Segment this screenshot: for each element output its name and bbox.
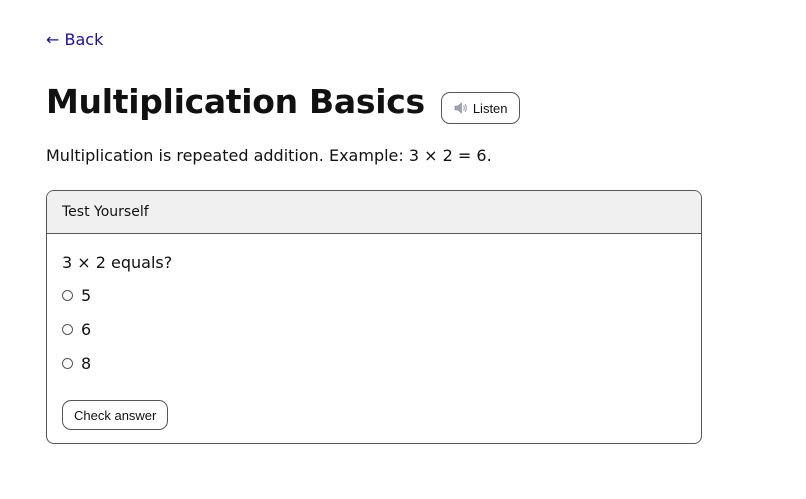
back-link[interactable]: ← Back — [46, 30, 103, 49]
radio-button[interactable] — [62, 290, 73, 301]
answer-option-label: 8 — [81, 354, 92, 373]
quiz-panel: Test Yourself 3 × 2 equals? 5 6 8 Check … — [46, 190, 702, 444]
listen-button[interactable]: Listen — [440, 92, 520, 124]
radio-button[interactable] — [62, 324, 73, 335]
listen-button-label: Listen — [472, 100, 508, 116]
answer-option-label: 6 — [81, 320, 92, 339]
page-title: Multiplication Basics — [46, 82, 425, 121]
quiz-header: Test Yourself — [47, 191, 701, 234]
answer-option-1[interactable]: 5 — [62, 286, 91, 305]
lesson-intro: Multiplication is repeated addition. Exa… — [46, 146, 492, 165]
title-row: Multiplication Basics Listen — [46, 80, 520, 124]
answer-option-2[interactable]: 6 — [62, 320, 91, 339]
answer-option-label: 5 — [81, 286, 92, 305]
speaker-icon — [454, 102, 468, 114]
check-answer-button[interactable]: Check answer — [62, 400, 169, 430]
answer-option-3[interactable]: 8 — [62, 354, 91, 373]
quiz-question: 3 × 2 equals? — [62, 253, 173, 272]
radio-button[interactable] — [62, 358, 73, 369]
